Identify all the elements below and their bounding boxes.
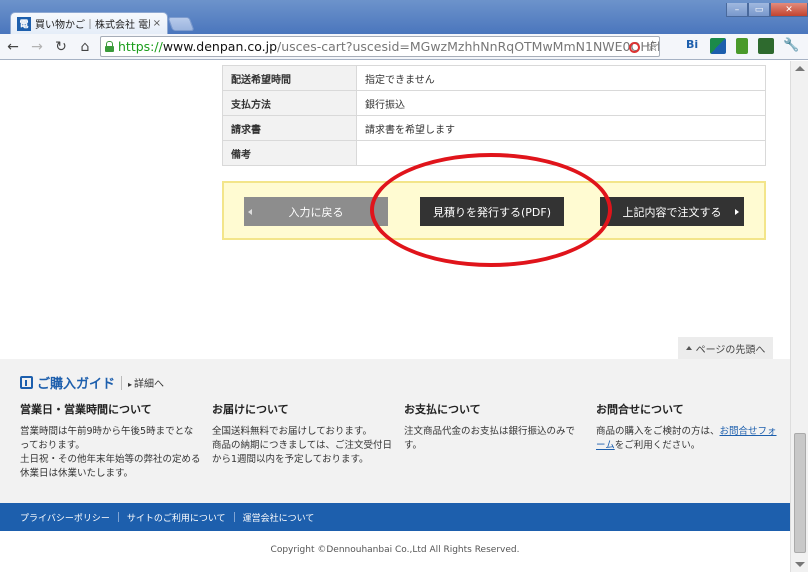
site-favicon-icon: 電 bbox=[17, 16, 31, 31]
table-row: 備考 bbox=[222, 140, 766, 166]
guide-column-delivery: お届けについて 全国送料無料でお届けしております。 商品の納期につきましては、ご… bbox=[212, 401, 394, 467]
minimize-icon[interactable]: – bbox=[726, 3, 748, 17]
place-order-button[interactable]: 上記内容で注文する bbox=[600, 197, 744, 226]
page-top-label: ページの先頭へ bbox=[695, 344, 766, 356]
row-label: 支払方法 bbox=[222, 90, 357, 116]
copyright-text: Copyright ©Dennouhanbai Co.,Ltd All Righ… bbox=[270, 545, 520, 555]
row-label: 請求書 bbox=[222, 115, 357, 141]
forward-arrow-icon[interactable]: → bbox=[26, 36, 48, 58]
row-value: 銀行振込 bbox=[356, 90, 766, 116]
row-label: 配送希望時間 bbox=[222, 65, 357, 91]
column-text: 商品の購入をご検討の方は、お問合せフォームをご利用ください。 bbox=[596, 426, 777, 451]
issue-estimate-pdf-button[interactable]: 見積りを発行する(PDF) bbox=[420, 197, 564, 226]
maximize-icon[interactable]: ▭ bbox=[748, 3, 770, 17]
page-scrollbar[interactable] bbox=[790, 61, 808, 572]
browser-toolbar: ← → ↻ ⌂ https://www.denpan.co.jp/usces-c… bbox=[0, 34, 808, 60]
column-text: 土日祝・その他年末年始等の弊社の定める休業日は休業いたします。 bbox=[20, 454, 201, 479]
page-top-link[interactable]: ページの先頭へ bbox=[678, 337, 773, 359]
column-title: お届けについて bbox=[212, 403, 289, 416]
arrow-right-icon bbox=[735, 209, 739, 215]
table-row: 配送希望時間 指定できません bbox=[222, 65, 766, 91]
footer-link-terms[interactable]: サイトのご利用について bbox=[127, 511, 226, 524]
wrench-menu-icon[interactable]: 🔧 bbox=[783, 38, 799, 54]
window-titlebar: 電 買い物かご｜株式会社 電脳 × – ▭ ✕ bbox=[0, 0, 808, 34]
browser-tab[interactable]: 電 買い物かご｜株式会社 電脳 × bbox=[10, 12, 168, 34]
back-to-input-button[interactable]: 入力に戻る bbox=[244, 197, 388, 226]
extension-bi-icon[interactable]: Bi bbox=[686, 38, 702, 54]
page-content: 配送希望時間 指定できません 支払方法 銀行振込 請求書 請求書を希望します 備… bbox=[0, 61, 790, 572]
url-text: https://www.denpan.co.jp/usces-cart?usce… bbox=[118, 39, 660, 54]
tab-close-icon[interactable]: × bbox=[153, 18, 161, 29]
new-tab-button[interactable] bbox=[167, 17, 195, 31]
bookmark-star-icon[interactable]: ☆ bbox=[646, 37, 659, 55]
row-value: 請求書を希望します bbox=[356, 115, 766, 141]
reload-icon[interactable]: ↻ bbox=[50, 36, 72, 58]
scroll-thumb[interactable] bbox=[794, 433, 806, 553]
extension-shield-icon[interactable] bbox=[758, 38, 774, 54]
row-value: 指定できません bbox=[356, 65, 766, 91]
tab-title: 買い物かご｜株式会社 電脳 bbox=[35, 20, 150, 31]
button-label: 見積りを発行する(PDF) bbox=[432, 205, 551, 219]
column-title: お支払について bbox=[404, 403, 481, 416]
column-text: 営業時間は午前9時から午後5時までとなっております。 bbox=[20, 426, 194, 451]
address-bar[interactable]: https://www.denpan.co.jp/usces-cart?usce… bbox=[100, 36, 660, 57]
guide-title: ご購入ガイド bbox=[37, 377, 116, 392]
row-value bbox=[356, 140, 766, 166]
button-label: 上記内容で注文する bbox=[622, 205, 722, 219]
extension-dictionary-icon[interactable] bbox=[736, 38, 748, 54]
lock-icon bbox=[105, 41, 114, 52]
column-title: 営業日・営業時間について bbox=[20, 403, 152, 416]
table-row: 請求書 請求書を希望します bbox=[222, 115, 766, 141]
back-arrow-icon[interactable]: ← bbox=[2, 36, 24, 58]
arrow-left-icon bbox=[248, 209, 252, 215]
row-label: 備考 bbox=[222, 140, 357, 166]
window-close-icon[interactable]: ✕ bbox=[770, 3, 808, 17]
plugin-blocked-icon[interactable] bbox=[629, 42, 640, 53]
column-title: お問合せについて bbox=[596, 403, 684, 416]
guide-column-hours: 営業日・営業時間について 営業時間は午前9時から午後5時までとなっております。 … bbox=[20, 401, 202, 481]
scroll-up-icon[interactable] bbox=[795, 66, 805, 71]
arrow-up-icon bbox=[685, 346, 692, 350]
action-button-panel: 入力に戻る 見積りを発行する(PDF) 上記内容で注文する bbox=[222, 181, 766, 240]
extension-evernote-icon[interactable] bbox=[710, 38, 726, 54]
button-label: 入力に戻る bbox=[288, 205, 344, 219]
home-icon[interactable]: ⌂ bbox=[74, 36, 96, 58]
column-text: 商品の納期につきましては、ご注文受付日から1週間以内を予定しております。 bbox=[212, 440, 393, 465]
footer-link-company[interactable]: 運営会社について bbox=[243, 511, 315, 524]
footer-link-privacy[interactable]: プライバシーポリシー bbox=[20, 511, 110, 524]
footer-links-bar: プライバシーポリシー サイトのご利用について 運営会社について bbox=[0, 503, 790, 531]
column-text: 全国送料無料でお届けしております。 bbox=[212, 426, 372, 437]
column-text: 注文商品代金のお支払は銀行振込のみです。 bbox=[404, 426, 576, 451]
table-row: 支払方法 銀行振込 bbox=[222, 90, 766, 116]
order-summary-table: 配送希望時間 指定できません 支払方法 銀行振込 請求書 請求書を希望します 備… bbox=[222, 65, 766, 166]
guide-detail-link[interactable]: 詳細へ bbox=[128, 375, 164, 390]
guide-column-payment: お支払について 注文商品代金のお支払は銀行振込のみです。 bbox=[404, 401, 586, 453]
book-icon bbox=[20, 376, 33, 389]
purchase-guide-section: ご購入ガイド 詳細へ 営業日・営業時間について 営業時間は午前9時から午後5時ま… bbox=[0, 359, 790, 503]
guide-column-contact: お問合せについて 商品の購入をご検討の方は、お問合せフォームをご利用ください。 bbox=[596, 401, 778, 453]
scroll-down-icon[interactable] bbox=[795, 562, 805, 567]
